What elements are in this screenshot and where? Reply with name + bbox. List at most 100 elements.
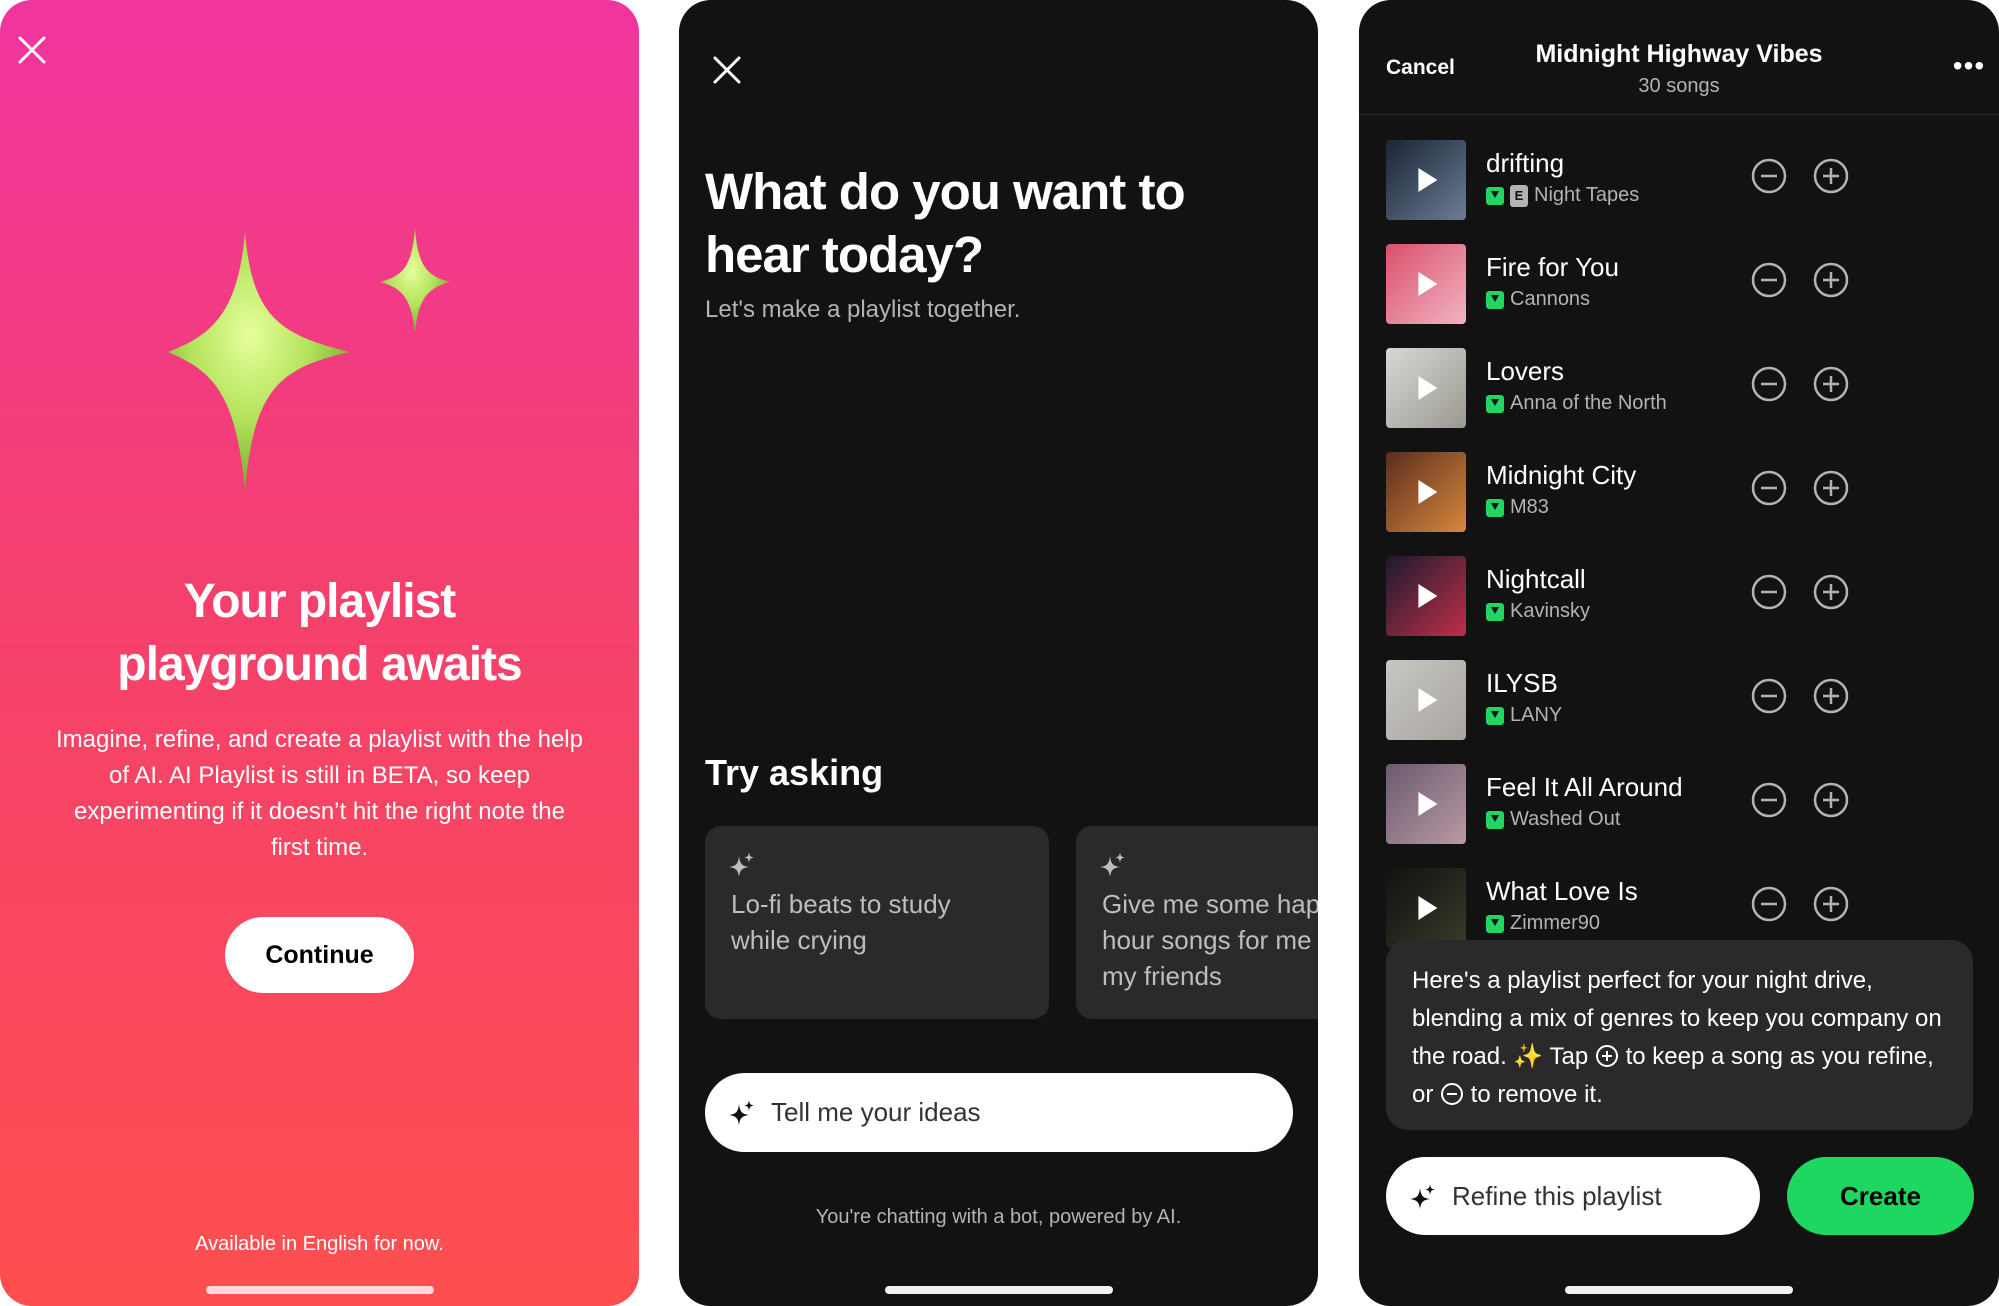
song-count: 30 songs (1638, 75, 1720, 97)
prompt-input[interactable]: Tell me your ideas (705, 1073, 1293, 1152)
title-line: Your playlist (183, 575, 457, 628)
home-indicator (1565, 1286, 1793, 1294)
message-part: to remove it. (1464, 1081, 1603, 1108)
sparkle-star-icon (168, 228, 450, 490)
remove-song-icon[interactable] (1749, 468, 1789, 508)
album-art[interactable] (1386, 140, 1466, 220)
sparkle-icon (1100, 852, 1125, 877)
play-icon[interactable] (1418, 376, 1438, 400)
song-title: What Love Is (1486, 876, 1638, 906)
keep-song-icon[interactable] (1811, 364, 1851, 404)
sparkle-icon (729, 1100, 754, 1125)
close-icon[interactable] (707, 50, 747, 90)
playlist-preview-screen: Cancel Midnight Highway Vibes 30 songs •… (1359, 0, 1999, 1306)
message-part: Tap (1543, 1043, 1595, 1070)
song-meta: LANY (1486, 704, 1562, 727)
song-title: Lovers (1486, 356, 1565, 386)
create-button[interactable]: Create (1787, 1157, 1974, 1235)
add-circle-icon (1595, 1045, 1618, 1067)
remove-song-icon[interactable] (1749, 676, 1789, 716)
album-art[interactable] (1386, 556, 1466, 636)
language-notice: Available in English for now. (195, 1233, 444, 1255)
play-icon[interactable] (1418, 272, 1438, 296)
remove-song-icon[interactable] (1749, 572, 1789, 612)
home-indicator (884, 1286, 1113, 1294)
keep-song-icon[interactable] (1811, 468, 1851, 508)
song-meta: E Night Tapes (1486, 184, 1639, 207)
keep-song-icon[interactable] (1811, 676, 1851, 716)
song-row[interactable]: drifting E Night Tapes (1359, 140, 1999, 244)
play-icon[interactable] (1418, 688, 1438, 712)
album-art[interactable] (1386, 764, 1466, 844)
continue-button[interactable]: Continue (225, 917, 414, 993)
song-meta: Anna of the North (1486, 392, 1667, 415)
keep-song-icon[interactable] (1811, 156, 1851, 196)
downloaded-icon (1486, 602, 1504, 621)
sparkle-icon (1410, 1184, 1435, 1209)
home-indicator (205, 1286, 434, 1294)
album-art[interactable] (1386, 244, 1466, 324)
artist-name: Zimmer90 (1510, 912, 1601, 934)
remove-song-icon[interactable] (1749, 780, 1789, 820)
play-icon[interactable] (1418, 168, 1438, 192)
downloaded-icon (1486, 498, 1504, 517)
ai-message: Here's a playlist perfect for your night… (1386, 940, 1973, 1130)
close-icon[interactable] (12, 30, 52, 70)
playlist-title: Midnight Highway Vibes (1535, 40, 1823, 68)
suggestion-text: Lo-fi beats to study while crying (731, 886, 1031, 958)
play-icon[interactable] (1418, 896, 1438, 920)
downloaded-icon (1486, 914, 1504, 933)
song-row[interactable]: Fire for You Cannons (1359, 244, 1999, 348)
play-icon[interactable] (1418, 480, 1438, 504)
song-row[interactable]: Midnight City M83 (1359, 452, 1999, 556)
song-meta: Washed Out (1486, 808, 1620, 831)
keep-song-icon[interactable] (1811, 884, 1851, 924)
more-options-icon[interactable]: ••• (1949, 50, 1989, 90)
subheading: Let's make a playlist together. (705, 296, 1021, 323)
keep-song-icon[interactable] (1811, 572, 1851, 612)
song-meta: Kavinsky (1486, 600, 1590, 623)
song-meta: Zimmer90 (1486, 912, 1600, 935)
cancel-button[interactable]: Cancel (1386, 56, 1455, 80)
page-title: Your playlist playground awaits (40, 570, 599, 696)
album-art[interactable] (1386, 868, 1466, 948)
divider (1359, 114, 1999, 115)
refine-input[interactable]: Refine this playlist (1386, 1157, 1760, 1235)
downloaded-icon (1486, 706, 1504, 725)
artist-name: Night Tapes (1534, 184, 1640, 206)
play-icon[interactable] (1418, 584, 1438, 608)
section-title: Try asking (705, 752, 884, 793)
song-title: Nightcall (1486, 564, 1586, 594)
downloaded-icon (1486, 290, 1504, 309)
song-row[interactable]: Feel It All Around Washed Out (1359, 764, 1999, 868)
sparkle-icon (729, 852, 754, 877)
album-art[interactable] (1386, 452, 1466, 532)
remove-song-icon[interactable] (1749, 260, 1789, 300)
play-icon[interactable] (1418, 792, 1438, 816)
suggestion-line: while crying (731, 925, 867, 955)
song-title: Feel It All Around (1486, 772, 1683, 802)
suggestion-line: my friends (1102, 961, 1222, 991)
remove-song-icon[interactable] (1749, 884, 1789, 924)
artist-name: Washed Out (1510, 808, 1621, 830)
message-text: Here's a playlist perfect for your night… (1412, 962, 1953, 1114)
keep-song-icon[interactable] (1811, 780, 1851, 820)
song-row[interactable]: ILYSB LANY (1359, 660, 1999, 764)
sparkles-emoji: ✨ (1513, 1043, 1544, 1070)
remove-song-icon[interactable] (1749, 156, 1789, 196)
artist-name: LANY (1510, 704, 1563, 726)
explicit-badge: E (1510, 184, 1528, 207)
album-art[interactable] (1386, 348, 1466, 428)
artist-name: M83 (1510, 496, 1549, 518)
suggestion-card[interactable]: Lo-fi beats to study while crying (705, 826, 1049, 1019)
album-art[interactable] (1386, 660, 1466, 740)
artist-name: Anna of the North (1510, 392, 1667, 414)
song-row[interactable]: Nightcall Kavinsky (1359, 556, 1999, 660)
keep-song-icon[interactable] (1811, 260, 1851, 300)
downloaded-icon (1486, 186, 1504, 205)
song-row[interactable]: Lovers Anna of the North (1359, 348, 1999, 452)
suggestion-text: Give me some happy hour songs for me and… (1102, 886, 1318, 994)
remove-song-icon[interactable] (1749, 364, 1789, 404)
suggestion-card[interactable]: Give me some happy hour songs for me and… (1076, 826, 1318, 1019)
suggestion-line: Lo-fi beats to study (731, 889, 951, 919)
